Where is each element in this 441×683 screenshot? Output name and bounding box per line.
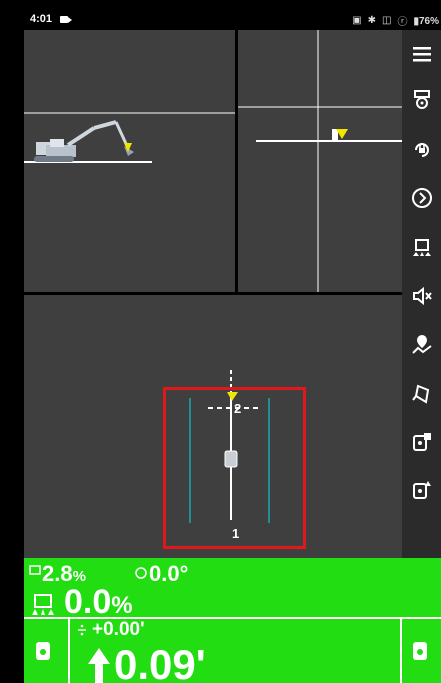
cell-divider (68, 619, 70, 683)
menu-button[interactable] (402, 34, 441, 74)
mute-icon (412, 286, 432, 306)
lock-rotate-icon (414, 143, 429, 157)
bucket-button[interactable] (402, 374, 441, 414)
machine-grade-icon (412, 239, 431, 256)
cast-icon: ▣ (352, 15, 362, 26)
machine-settings-button[interactable] (402, 80, 441, 120)
rotation-value: 0.0° (149, 561, 189, 586)
next-button[interactable] (402, 178, 441, 218)
cross-slope-value: 0.0 (64, 583, 112, 621)
left-total-station-button[interactable] (32, 638, 56, 669)
screen-record-icon (60, 16, 72, 23)
total-station-up-icon (412, 481, 431, 499)
mute-button[interactable] (402, 276, 441, 316)
status-bar: 4:01 ▣ ✱ ◫ ⓡ ▮76% (24, 10, 441, 30)
cut-fill-value: 0.09' (114, 641, 206, 683)
bucket-icon (411, 384, 429, 404)
right-total-station-button[interactable] (409, 638, 433, 669)
total-station-icon (36, 642, 50, 660)
total-station-settings-button[interactable] (402, 422, 441, 462)
rotation-icon (135, 567, 147, 579)
cross-section-canvas (238, 30, 402, 292)
bluetooth-icon: ✱ (367, 15, 377, 26)
cross-slope-unit: % (111, 592, 133, 619)
right-toolbar (402, 30, 441, 558)
menu-icon (412, 47, 431, 62)
cross-section-view[interactable] (238, 30, 402, 292)
readout-divider (24, 617, 441, 619)
total-station-settings-icon (412, 433, 431, 451)
total-station-up-button[interactable] (402, 470, 441, 510)
map-location-button[interactable] (402, 324, 441, 364)
signal-icon: ⓡ (397, 17, 408, 28)
profile-view[interactable] (24, 30, 235, 292)
total-station-icon (413, 642, 427, 660)
battery-level: 76% (418, 15, 439, 27)
excavator-icon (34, 120, 134, 162)
next-icon (411, 188, 432, 208)
vibrate-icon: ◫ (382, 15, 392, 26)
cut-arrow-up-icon (88, 648, 110, 683)
elevation-offset-icon (78, 624, 86, 636)
slope-icon (29, 565, 41, 575)
app-screen: 4:01 ▣ ✱ ◫ ⓡ ▮76% 2 1 2.8% 0.0° 0.0% +0.… (24, 10, 441, 683)
profile-view-canvas (24, 112, 235, 163)
battery-indicator: ▮76% (413, 15, 439, 27)
cell-divider (400, 619, 402, 683)
highlight-box (163, 387, 306, 549)
status-time: 4:01 (30, 13, 53, 25)
machine-grade-button[interactable] (402, 228, 441, 268)
machine-grade-icon (32, 594, 54, 615)
lock-rotate-button[interactable] (402, 130, 441, 170)
map-location-icon (411, 335, 432, 354)
status-icons: ▣ ✱ ◫ ⓡ ▮76% (352, 13, 439, 28)
machine-settings-icon (413, 90, 430, 109)
